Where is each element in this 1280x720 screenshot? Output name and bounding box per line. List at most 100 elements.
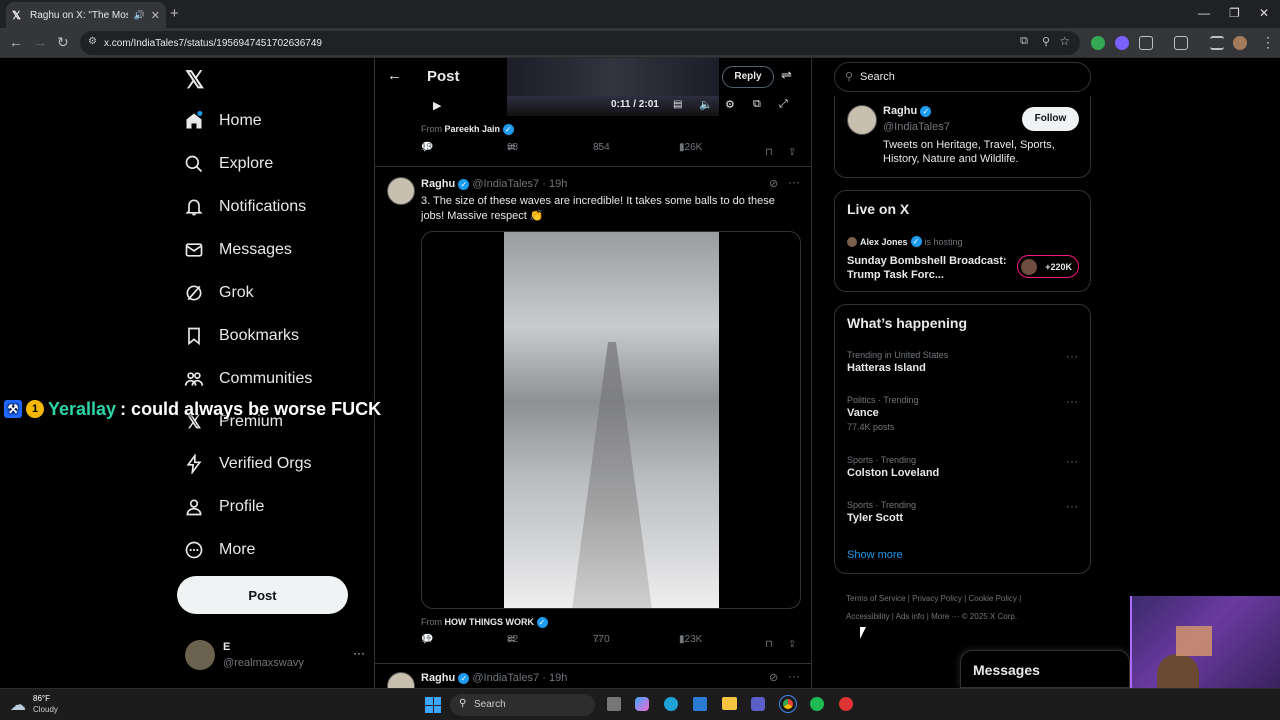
avatar[interactable] <box>847 105 877 135</box>
grok-icon[interactable]: ⊘ <box>769 671 778 684</box>
author-name[interactable]: Raghu <box>421 178 455 190</box>
nav-home[interactable]: Home <box>183 110 262 132</box>
source-name[interactable]: Pareekh Jain <box>445 124 501 134</box>
privacy-link[interactable]: Privacy Policy <box>912 594 962 603</box>
ads-link[interactable]: Ads info <box>896 612 925 621</box>
back-icon[interactable]: ← <box>9 34 23 50</box>
profile-name[interactable]: Raghu <box>883 105 917 117</box>
tweet-time[interactable]: · 19h <box>542 178 567 190</box>
store-icon[interactable] <box>693 697 707 711</box>
address-bar[interactable]: ⚙ x.com/IndiaTales7/status/1956947451702… <box>80 31 1080 55</box>
back-arrow-icon[interactable]: ← <box>387 67 402 84</box>
pip-icon[interactable]: ⧉ <box>753 98 761 111</box>
more-dots-icon[interactable]: ··· <box>1066 349 1078 363</box>
more-dots-icon[interactable]: ··· <box>1066 394 1078 408</box>
side-panel-icon[interactable] <box>1174 36 1188 50</box>
trend-item[interactable]: Trending in United States Hatteras Islan… <box>847 350 1087 374</box>
filter-icon[interactable]: ⇌ <box>781 67 792 83</box>
copilot-icon[interactable] <box>635 697 649 711</box>
nav-bookmarks[interactable]: Bookmarks <box>183 325 299 347</box>
reload-icon[interactable]: ↻ <box>57 34 69 51</box>
more-link[interactable]: More ··· <box>931 612 959 621</box>
share-icon[interactable]: ⇪ <box>788 147 796 158</box>
video-player[interactable] <box>421 231 801 609</box>
avatar[interactable] <box>387 672 415 688</box>
more-dots-icon[interactable]: ··· <box>788 175 800 189</box>
teams-icon[interactable] <box>751 697 765 711</box>
author-handle[interactable]: @IndiaTales7 <box>472 178 539 190</box>
minimize-icon[interactable]: — <box>1198 6 1210 20</box>
forward-icon[interactable]: → <box>33 34 47 50</box>
share-icon[interactable]: ⇪ <box>788 639 796 650</box>
trend-item[interactable]: Politics · Trending Vance 77.4K posts <box>847 395 1087 432</box>
file-explorer-icon[interactable] <box>722 697 737 710</box>
start-button[interactable] <box>425 697 441 713</box>
trend-item[interactable]: Sports · Trending Colston Loveland <box>847 455 1087 479</box>
close-window-icon[interactable]: ✕ <box>1259 6 1269 20</box>
captions-icon[interactable]: ▤ <box>673 99 682 110</box>
zoom-icon[interactable]: ⚲ <box>1042 35 1050 48</box>
weather-widget[interactable]: ☁ 86°F Cloudy <box>8 693 88 717</box>
source-name[interactable]: HOW THINGS WORK <box>445 617 535 627</box>
browser-tab[interactable]: 𝕏 Raghu on X: "The Most Da 🔊 ✕ <box>6 2 166 28</box>
x-logo-icon[interactable]: 𝕏 <box>185 66 204 95</box>
author-handle[interactable]: @IndiaTales7 <box>472 672 539 684</box>
extensions-puzzle-icon[interactable] <box>1139 36 1153 50</box>
search-input[interactable]: Search <box>860 71 895 83</box>
nav-explore[interactable]: Explore <box>183 153 273 175</box>
cast-icon[interactable]: ⧉ <box>1020 35 1028 48</box>
messages-drawer[interactable]: Messages <box>960 650 1130 688</box>
terms-link[interactable]: Terms of Service <box>846 594 906 603</box>
cookie-link[interactable]: Cookie Policy <box>968 594 1016 603</box>
listener-count-badge[interactable]: +220K <box>1017 255 1079 278</box>
follow-button[interactable]: Follow <box>1022 107 1079 131</box>
app-icon[interactable] <box>839 697 853 711</box>
extension-icon[interactable] <box>1091 36 1105 50</box>
profile-handle[interactable]: @IndiaTales7 <box>883 121 950 133</box>
restore-icon[interactable]: ❐ <box>1229 6 1240 20</box>
live-title[interactable]: Sunday Bombshell Broadcast: Trump Task F… <box>847 254 1007 282</box>
tab-close-icon[interactable]: ✕ <box>151 9 160 22</box>
profile-avatar[interactable] <box>1233 36 1247 50</box>
author-name[interactable]: Raghu <box>421 672 455 684</box>
chrome-icon[interactable] <box>779 695 797 713</box>
spotify-icon[interactable] <box>810 697 824 711</box>
host-name[interactable]: Alex Jones <box>860 237 908 247</box>
new-tab-icon[interactable]: + <box>170 5 179 22</box>
tweet[interactable]: Raghu ✓ @IndiaTales7 · 19h ⊘ ··· <box>375 664 811 688</box>
volume-icon[interactable]: 🔈 <box>699 98 713 111</box>
more-dots-icon[interactable]: ··· <box>1066 454 1078 468</box>
browser-menu-icon[interactable]: ⋮ <box>1261 34 1275 51</box>
nav-more[interactable]: More <box>183 539 255 561</box>
nav-grok[interactable]: Grok <box>183 282 254 304</box>
menu-list-icon[interactable] <box>1210 36 1224 50</box>
nav-messages[interactable]: Messages <box>183 239 292 261</box>
accessibility-link[interactable]: Accessibility <box>846 612 890 621</box>
bookmark-star-icon[interactable]: ☆ <box>1059 34 1070 48</box>
fullscreen-icon[interactable]: ⤢ <box>779 98 788 111</box>
edge-icon[interactable] <box>664 697 678 711</box>
tweet-time[interactable]: · 19h <box>542 672 567 684</box>
site-info-icon[interactable]: ⚙ <box>88 36 97 47</box>
more-dots-icon[interactable]: ··· <box>788 669 800 683</box>
settings-icon[interactable]: ⚙ <box>725 98 735 111</box>
task-view-icon[interactable] <box>607 697 621 711</box>
tweet[interactable]: Raghu ✓ @IndiaTales7 · 19h ⊘ ··· 3. The … <box>375 167 811 657</box>
play-icon[interactable]: ▶ <box>433 99 441 112</box>
bookmark-action-icon[interactable]: ⊓ <box>765 639 773 650</box>
show-more-link[interactable]: Show more <box>847 549 903 561</box>
more-dots-icon[interactable]: ··· <box>1066 499 1078 513</box>
nav-communities[interactable]: Communities <box>183 368 312 390</box>
more-dots-icon[interactable]: ··· <box>353 646 365 660</box>
reply-button[interactable]: Reply <box>722 66 774 88</box>
nav-profile[interactable]: Profile <box>183 496 264 518</box>
avatar[interactable] <box>387 177 415 205</box>
nav-notifications[interactable]: Notifications <box>183 196 306 218</box>
bookmark-action-icon[interactable]: ⊓ <box>765 147 773 158</box>
trend-item[interactable]: Sports · Trending Tyler Scott <box>847 500 1087 524</box>
nav-verified-orgs[interactable]: Verified Orgs <box>183 453 311 475</box>
tab-audio-icon[interactable]: 🔊 <box>134 10 145 21</box>
search-box[interactable]: ⚲ Search <box>834 62 1091 92</box>
taskbar-search[interactable]: ⚲ Search <box>450 694 595 716</box>
extension-icon[interactable] <box>1115 36 1129 50</box>
